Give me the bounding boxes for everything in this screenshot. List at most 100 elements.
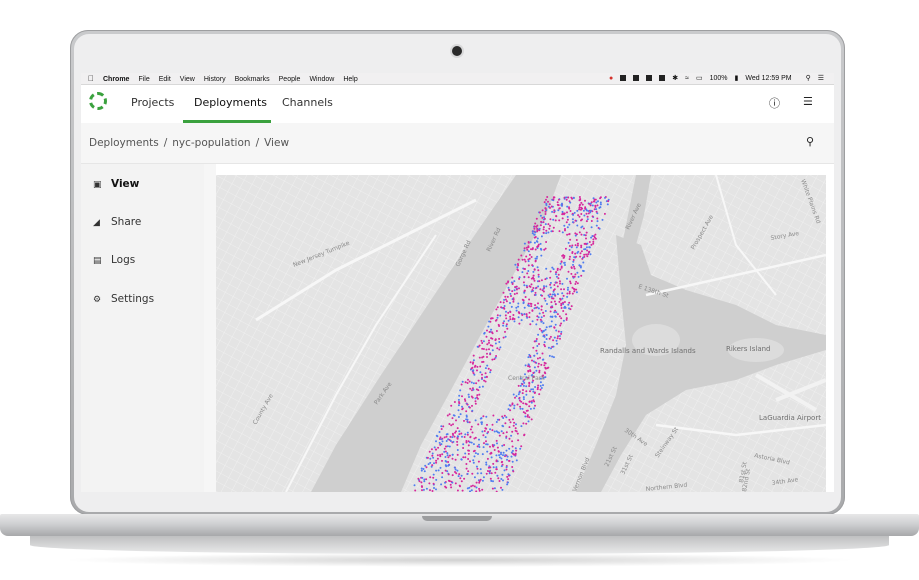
population-dot xyxy=(499,301,502,304)
status-icon[interactable] xyxy=(620,75,627,82)
population-dot xyxy=(473,365,476,368)
population-dot xyxy=(494,342,497,345)
status-icon[interactable] xyxy=(633,75,640,82)
population-dot xyxy=(459,389,462,392)
population-dot xyxy=(484,376,487,379)
breadcrumb-deployment[interactable]: nyc-population xyxy=(172,137,250,149)
bluetooth-icon[interactable]: ✱ xyxy=(672,75,678,82)
help-icon[interactable]: ⓘ xyxy=(769,95,780,111)
menu-help[interactable]: Help xyxy=(343,76,357,83)
population-dot xyxy=(556,285,559,288)
population-dot xyxy=(489,371,492,374)
menu-people[interactable]: People xyxy=(279,76,301,83)
population-dot xyxy=(472,450,475,453)
population-dot xyxy=(495,308,498,311)
population-dot xyxy=(588,250,591,253)
population-dot xyxy=(592,240,595,243)
population-dot xyxy=(568,292,571,295)
population-dot xyxy=(502,451,505,454)
population-dot xyxy=(533,407,536,410)
logo-icon[interactable] xyxy=(89,92,107,110)
app-menu[interactable]: Chrome xyxy=(103,76,129,83)
laptop-foot xyxy=(30,536,889,554)
population-dot xyxy=(517,264,520,267)
population-dot xyxy=(527,250,530,253)
population-dot xyxy=(435,488,437,491)
search-icon[interactable]: ⚲ xyxy=(806,135,814,148)
menu-bookmarks[interactable]: Bookmarks xyxy=(235,76,270,83)
population-dot xyxy=(515,423,517,426)
population-dot xyxy=(490,479,493,482)
population-dot xyxy=(499,314,502,317)
creative-cloud-icon[interactable]: ● xyxy=(609,75,613,82)
sidebar-item-view[interactable]: ▣ View xyxy=(93,178,139,190)
battery-icon[interactable]: ▮ xyxy=(735,75,739,82)
population-dot xyxy=(511,460,514,463)
population-dot xyxy=(563,301,566,303)
sidebar-item-settings[interactable]: ⚙ Settings xyxy=(93,293,154,305)
population-dot xyxy=(560,266,563,269)
population-dot xyxy=(430,465,433,468)
menu-window[interactable]: Window xyxy=(309,76,334,83)
population-dot xyxy=(534,304,537,307)
population-dot xyxy=(482,434,485,437)
population-dot xyxy=(485,375,488,378)
population-dot xyxy=(510,455,513,458)
population-dot xyxy=(552,198,555,201)
population-dot xyxy=(607,200,610,203)
population-dot xyxy=(423,480,426,483)
apple-icon[interactable]:  xyxy=(88,74,94,83)
population-dot xyxy=(550,205,553,208)
menu-icon[interactable]: ☰ xyxy=(803,95,813,108)
population-dot xyxy=(559,268,562,271)
list-icon[interactable]: ☰ xyxy=(818,75,824,82)
population-dot xyxy=(543,341,546,344)
menu-history[interactable]: History xyxy=(204,76,226,83)
population-dot xyxy=(595,208,598,211)
population-dot xyxy=(475,486,478,489)
population-dot xyxy=(589,204,592,207)
population-dot xyxy=(482,348,485,350)
tab-deployments[interactable]: Deployments xyxy=(194,96,267,109)
population-dot xyxy=(590,220,593,222)
population-dot xyxy=(541,352,544,355)
population-dot xyxy=(440,425,443,428)
sidebar-item-share[interactable]: ◢ Share xyxy=(93,216,141,228)
population-dot xyxy=(568,223,571,226)
spotlight-icon[interactable]: ⚲ xyxy=(806,75,811,82)
tab-projects[interactable]: Projects xyxy=(131,96,174,109)
population-dot xyxy=(558,207,561,210)
menu-file[interactable]: File xyxy=(138,76,149,83)
population-dot xyxy=(519,447,522,450)
population-dot xyxy=(536,224,539,227)
population-dot xyxy=(522,396,525,399)
population-dot xyxy=(542,290,545,293)
population-dot xyxy=(433,487,435,489)
population-dot xyxy=(413,484,416,487)
menu-view[interactable]: View xyxy=(180,76,195,83)
population-dot xyxy=(557,335,559,338)
menu-edit[interactable]: Edit xyxy=(159,76,171,83)
population-dot xyxy=(444,450,447,453)
population-dot xyxy=(430,448,433,451)
airplay-icon[interactable]: ▭ xyxy=(696,75,703,82)
population-dot xyxy=(539,288,542,291)
population-map[interactable]: New Jersey Turnpike Gorge Rd River Rd Pa… xyxy=(216,175,826,492)
population-dot xyxy=(533,268,536,271)
population-dot xyxy=(525,393,528,396)
population-dot xyxy=(505,323,508,326)
wifi-icon[interactable]: ≈ xyxy=(685,75,689,82)
status-icon[interactable] xyxy=(646,75,653,82)
population-dot xyxy=(454,471,456,473)
population-dot xyxy=(485,335,488,338)
breadcrumb-deployments[interactable]: Deployments xyxy=(89,137,159,149)
sidebar-item-logs[interactable]: ▤ Logs xyxy=(93,254,135,266)
clock[interactable]: Wed 12:59 PM xyxy=(745,75,791,82)
population-dot xyxy=(515,288,518,291)
population-dot xyxy=(438,431,441,433)
population-dot xyxy=(483,331,486,334)
tab-channels[interactable]: Channels xyxy=(282,96,333,109)
population-dot xyxy=(425,487,428,490)
population-dot xyxy=(472,354,475,357)
status-icon[interactable] xyxy=(659,75,666,82)
